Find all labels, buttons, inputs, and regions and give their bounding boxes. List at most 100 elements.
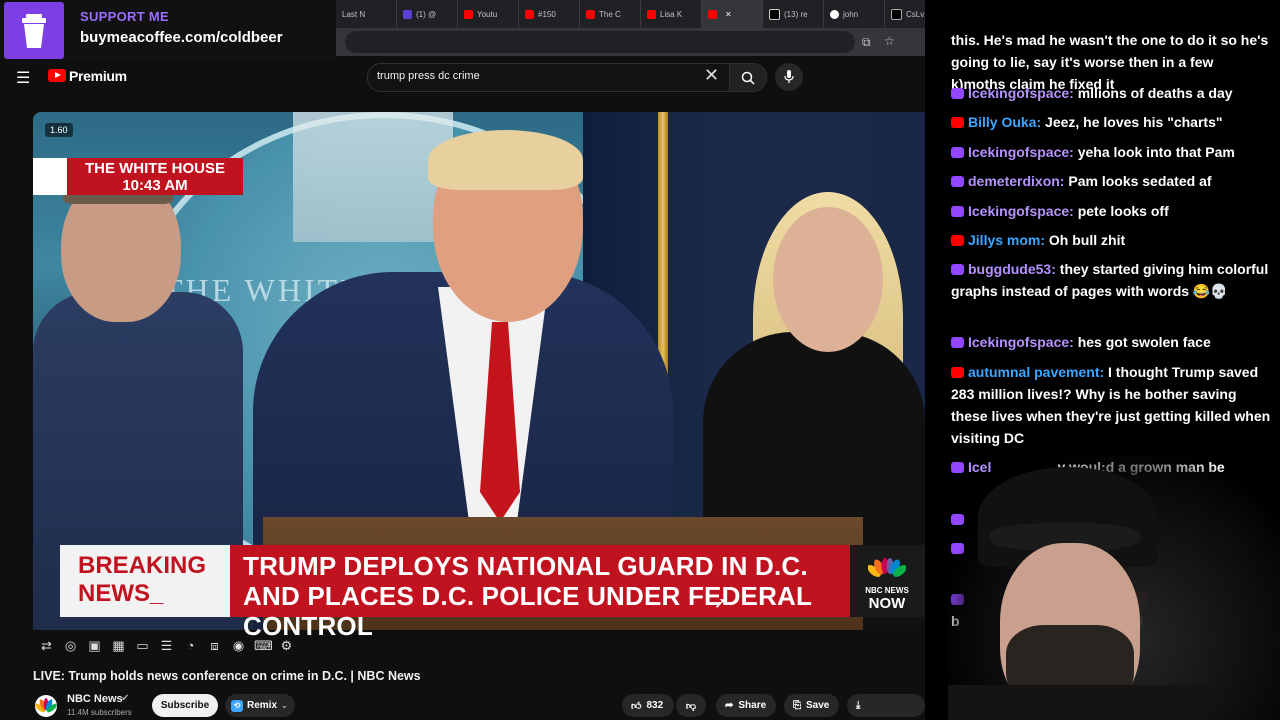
search-input-value[interactable]: trump press dc crime — [377, 70, 480, 82]
chat-username[interactable]: Icekingofspace: — [968, 85, 1074, 101]
youtube-icon — [647, 9, 656, 19]
nbc-peacock-icon — [35, 698, 57, 713]
like-button[interactable]: 👍︎ 832 — [622, 694, 674, 717]
tube-icon — [403, 9, 412, 19]
twitch-badge-icon — [951, 337, 964, 348]
share-icon: ➦ — [725, 700, 734, 711]
verified-icon: ✔ — [121, 693, 130, 704]
clear-search-icon[interactable]: ✕ — [704, 65, 719, 86]
hamburger-menu-icon[interactable]: ☰ — [16, 68, 30, 88]
bookmark-star-icon[interactable]: ☆ — [884, 34, 895, 48]
playlist-icon[interactable]: ☰ — [158, 639, 175, 653]
chat-message: Jillys mom: Oh bull zhit — [951, 229, 1271, 251]
browser-tab[interactable]: CsLvz — [885, 0, 925, 28]
film-icon[interactable]: ▦ — [110, 639, 127, 653]
browser-tab-label: The C — [599, 9, 621, 19]
chat-message: Icekingofspace: yeha look into that Pam — [951, 141, 1271, 163]
chat-message: autumnal pavement: I thought Trump saved… — [951, 361, 1271, 449]
chat-text: Jeez, he loves his "charts" — [1041, 114, 1223, 130]
save-button[interactable]: ⎘ Save — [784, 694, 839, 717]
twitch-badge-icon — [951, 264, 964, 275]
channel-name[interactable]: NBC News — [67, 693, 123, 705]
browser-tab[interactable]: Youtu — [458, 0, 519, 28]
speed-icon[interactable]: ◔ — [182, 639, 199, 653]
chat-username[interactable]: autumnal pavement: — [968, 364, 1104, 380]
tiktok-icon — [769, 8, 780, 20]
chat-username[interactable]: Icekingofspace: — [968, 144, 1074, 160]
support-url: buymeacoffee.com/coldbeer — [80, 29, 283, 46]
chat-username[interactable]: Jillys mom: — [968, 232, 1045, 248]
pip-icon[interactable]: ▣ — [86, 639, 103, 653]
browser-tab[interactable]: john — [824, 0, 885, 28]
breaking-news-label: BREAKING NEWS_ — [78, 552, 207, 607]
remix-icon: ⟲ — [231, 699, 243, 712]
youtube-premium-label[interactable]: Premium — [69, 68, 127, 84]
audio-icon[interactable]: ◎ — [62, 639, 79, 653]
browser-tab-label: Youtu — [477, 9, 498, 19]
browser-tab[interactable]: #150 — [519, 0, 580, 28]
loop-icon[interactable]: ⇄ — [38, 639, 55, 653]
thumbs-down-icon: 👎︎ — [685, 700, 697, 712]
dislike-button[interactable]: 👎︎ — [676, 694, 706, 717]
channel-avatar[interactable] — [35, 695, 57, 717]
subscribe-button[interactable]: Subscribe — [152, 694, 218, 717]
browser-tab[interactable]: (13) re — [763, 0, 824, 28]
chat-text: hes got swolen face — [1073, 334, 1211, 350]
browser-tab[interactable]: Last N — [336, 0, 397, 28]
twitch-badge-icon — [951, 147, 964, 158]
remix-button[interactable]: ⟲ Remix ⌄ — [225, 694, 295, 717]
twitch-badge-icon — [951, 88, 964, 99]
twitch-badge-icon — [951, 206, 964, 217]
browser-tab-label: (1) @ — [416, 9, 437, 19]
address-bar[interactable] — [345, 31, 855, 53]
twitch-badge-icon — [951, 176, 964, 187]
browser-tab-label: Last N — [342, 9, 366, 19]
image-icon[interactable]: ▭ — [134, 639, 151, 653]
chat-text: yeha look into that Pam — [1073, 144, 1235, 160]
search-button[interactable] — [729, 63, 767, 92]
browser-tab-strip: Last N (1) @ Youtu #150 The C Lisa K ✕ (13) re j… — [336, 0, 925, 28]
keyboard-icon[interactable]: ⌨ — [254, 639, 273, 653]
youtube-badge-icon — [951, 235, 964, 246]
chat-message: buggdude53: they started giving him colo… — [951, 258, 1271, 302]
chat-username[interactable]: buggdude53: — [968, 261, 1056, 277]
share-button[interactable]: ➦ Share — [716, 694, 776, 717]
camera-icon[interactable]: ◉ — [230, 639, 247, 653]
location-label: THE WHITE HOUSE — [84, 160, 225, 177]
youtube-badge-icon — [951, 117, 964, 128]
browser-tab-label: #150 — [538, 9, 556, 19]
chat-username[interactable]: Icekingofspace: — [968, 203, 1074, 219]
support-title: SUPPORT ME — [80, 9, 169, 24]
chat-username[interactable]: demeterdixon: — [968, 173, 1064, 189]
close-tab-icon[interactable]: ✕ — [725, 10, 732, 19]
browser-tab[interactable]: The C — [580, 0, 641, 28]
chat-message: Icekingofspace: mllions of deaths a day — [951, 82, 1271, 104]
chat-message: Icekingofspace: pete looks off — [951, 200, 1271, 222]
chat-username[interactable]: Billy Ouka: — [968, 114, 1041, 130]
google-icon — [830, 9, 839, 19]
chat-message: demeterdixon: Pam looks sedated af — [951, 170, 1271, 192]
youtube-icon — [586, 9, 595, 19]
headline-text: TRUMP DEPLOYS NATIONAL GUARD IN D.C. AND… — [243, 551, 812, 641]
browser-tab[interactable]: ✕ — [702, 0, 763, 28]
screenshot-icon[interactable]: ⧈ — [206, 639, 223, 653]
install-app-icon[interactable]: ⧉ — [862, 35, 871, 50]
subscriber-count: 11.4M subscribers — [67, 708, 132, 717]
youtube-logo-icon[interactable] — [48, 69, 66, 82]
download-button[interactable]: ⤓ — [847, 694, 925, 717]
chevron-down-icon: ⌄ — [281, 701, 288, 710]
share-label: Share — [738, 700, 767, 711]
gear-icon[interactable]: ⚙ — [278, 639, 295, 653]
save-label: Save — [806, 700, 830, 711]
youtube-icon — [464, 9, 473, 19]
chat-message: Icekingofspace: hes got swolen face — [951, 331, 1271, 353]
browser-tab[interactable]: Lisa K — [641, 0, 702, 28]
browser-tab-label: (13) re — [784, 9, 808, 19]
chat-username[interactable]: Icekingofspace: — [968, 334, 1074, 350]
chat-text: pete looks off — [1073, 203, 1169, 219]
voice-search-button[interactable] — [775, 63, 803, 91]
browser-tab[interactable]: (1) @ — [397, 0, 458, 28]
like-count: 832 — [646, 700, 664, 711]
download-icon: ⤓ — [856, 700, 861, 711]
video-title: LIVE: Trump holds news conference on cri… — [33, 669, 421, 683]
